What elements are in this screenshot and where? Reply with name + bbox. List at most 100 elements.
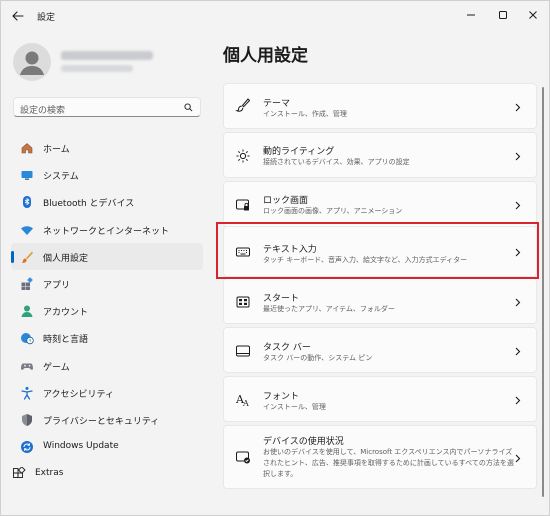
setting-card-start[interactable]: スタート 最近使ったアプリ、アイテム、フォルダー: [223, 278, 537, 324]
setting-card-desc: 最近使ったアプリ、アイテム、フォルダー: [263, 305, 395, 313]
minimize-button[interactable]: [457, 5, 485, 25]
window-title: 設定: [37, 13, 56, 23]
close-icon: [529, 11, 537, 19]
paintbrush-icon: [19, 249, 35, 265]
vertical-scrollbar[interactable]: [542, 87, 544, 497]
sidebar-item-network[interactable]: ネットワークとインターネット: [11, 216, 203, 243]
sidebar-item-label: ゲーム: [43, 362, 70, 373]
back-button[interactable]: [7, 6, 29, 26]
maximize-button[interactable]: [489, 5, 517, 25]
setting-card-desc: タスク バーの動作、システム ピン: [263, 354, 373, 362]
setting-card-title: スタート: [263, 294, 300, 304]
sidebar-item-privacy-security[interactable]: プライバシーとセキュリティ: [11, 406, 203, 433]
keyboard-icon: [234, 243, 252, 261]
sidebar-nav: ホーム システム Bluetooth とデバイス ネットワークとインターネット …: [11, 134, 203, 487]
sidebar-item-system[interactable]: システム: [11, 161, 203, 188]
sidebar-item-gaming[interactable]: ゲーム: [11, 352, 203, 379]
minimize-icon: [467, 14, 475, 16]
wifi-icon: [19, 222, 35, 238]
sidebar-item-home[interactable]: ホーム: [11, 134, 203, 161]
start-menu-icon: [234, 293, 252, 311]
setting-card-desc: 接続されているデバイス、効果、アプリの設定: [263, 158, 410, 166]
sidebar-item-extras[interactable]: Extras: [3, 460, 203, 487]
sidebar-item-label: ネットワークとインターネット: [43, 226, 170, 237]
user-name-redacted: [61, 51, 153, 60]
user-avatar-icon: [20, 51, 44, 75]
back-arrow-icon: [12, 11, 24, 21]
setting-card-title: フォント: [263, 392, 300, 402]
system-monitor-icon: [19, 167, 35, 183]
settings-search-box[interactable]: 設定の検索: [13, 97, 201, 117]
settings-window: 設定 設定の検索 ホーム システム Bluetooth とデバイス ネットワーク…: [0, 0, 550, 516]
setting-card-title: ロック画面: [263, 196, 309, 206]
bluetooth-icon: [19, 194, 35, 210]
sidebar-item-personalization[interactable]: 個人用設定: [11, 242, 203, 270]
setting-card-desc: インストール、作成、管理: [263, 110, 347, 118]
page-title: 個人用設定: [223, 46, 308, 66]
font-icon: AA: [234, 391, 252, 409]
setting-card-desc: お使いのデバイスを使用して、Microsoft エクスペリエンス内でパーソナライ…: [263, 448, 514, 478]
sidebar-item-label: アクセシビリティ: [43, 389, 115, 400]
device-usage-icon: [234, 448, 252, 466]
extras-grid-icon: [11, 466, 27, 482]
setting-card-title: デバイスの使用状況: [263, 437, 344, 447]
setting-card-fonts[interactable]: AA フォント インストール、管理: [223, 376, 537, 422]
setting-card-title: テーマ: [263, 99, 291, 109]
user-email-redacted: [61, 65, 133, 72]
windows-update-icon: [19, 439, 35, 455]
sidebar-item-accessibility[interactable]: アクセシビリティ: [11, 379, 203, 406]
svg-text:A: A: [242, 399, 249, 408]
sidebar-item-label: システム: [43, 172, 79, 183]
setting-card-text-input[interactable]: テキスト入力 タッチ キーボード、音声入力、絵文字など、入力方式エディター: [223, 226, 537, 277]
maximize-icon: [499, 11, 507, 19]
chevron-right-icon: [514, 453, 522, 463]
taskbar-icon: [234, 342, 252, 360]
sidebar-item-bluetooth[interactable]: Bluetooth とデバイス: [11, 188, 203, 215]
search-input[interactable]: 設定の検索: [20, 103, 65, 116]
apps-icon: [19, 276, 35, 292]
setting-card-desc: タッチ キーボード、音声入力、絵文字など、入力方式エディター: [263, 256, 468, 264]
account-icon: [19, 303, 35, 319]
setting-card-taskbar[interactable]: タスク バー タスク バーの動作、システム ピン: [223, 327, 537, 373]
sidebar-item-apps[interactable]: アプリ: [11, 270, 203, 297]
sidebar-item-label: アカウント: [43, 308, 89, 319]
close-button[interactable]: [519, 5, 547, 25]
sidebar-item-windows-update[interactable]: Windows Update: [11, 433, 203, 460]
chevron-right-icon: [514, 102, 522, 112]
settings-list: テーマ インストール、作成、管理 動的ライティング 接続されているデバイス、効果…: [223, 73, 537, 515]
dynamic-lighting-icon: [234, 147, 252, 165]
setting-card-title: 動的ライティング: [263, 147, 335, 157]
home-icon: [19, 140, 35, 156]
lock-screen-icon: [234, 196, 252, 214]
search-icon: [184, 103, 193, 112]
setting-card-desc: ロック画面の画像、アプリ、アニメーション: [263, 207, 403, 215]
sidebar-item-label: 時刻と言語: [43, 335, 89, 346]
shield-icon: [19, 412, 35, 428]
setting-card-theme[interactable]: テーマ インストール、作成、管理: [223, 83, 537, 129]
gamepad-icon: [19, 358, 35, 374]
setting-card-lock-screen[interactable]: ロック画面 ロック画面の画像、アプリ、アニメーション: [223, 181, 537, 227]
setting-card-dynamic-lighting[interactable]: 動的ライティング 接続されているデバイス、効果、アプリの設定: [223, 132, 537, 178]
avatar: [13, 43, 51, 81]
sidebar-item-label: Extras: [35, 468, 64, 479]
sidebar-item-label: プライバシーとセキュリティ: [43, 416, 160, 427]
sidebar-item-label: ホーム: [43, 145, 70, 155]
theme-brush-icon: [234, 96, 252, 114]
chevron-right-icon: [514, 247, 522, 257]
chevron-right-icon: [514, 200, 522, 210]
setting-card-title: タスク バー: [263, 343, 311, 353]
sidebar-item-label: Bluetooth とデバイス: [43, 199, 135, 210]
sidebar-item-label: 個人用設定: [43, 253, 89, 264]
setting-card-device-usage[interactable]: デバイスの使用状況 お使いのデバイスを使用して、Microsoft エクスペリエ…: [223, 425, 537, 489]
chevron-right-icon: [514, 151, 522, 161]
globe-clock-icon: [19, 330, 35, 346]
sidebar-item-accounts[interactable]: アカウント: [11, 297, 203, 324]
sidebar-item-time-language[interactable]: 時刻と言語: [11, 324, 203, 351]
setting-card-title: テキスト入力: [263, 245, 317, 255]
sidebar-item-label: アプリ: [43, 280, 71, 291]
chevron-right-icon: [514, 395, 522, 405]
accessibility-icon: [19, 385, 35, 401]
title-bar: 設定: [1, 1, 549, 31]
user-account-block[interactable]: [13, 43, 203, 83]
sidebar-item-label: Windows Update: [43, 441, 119, 452]
